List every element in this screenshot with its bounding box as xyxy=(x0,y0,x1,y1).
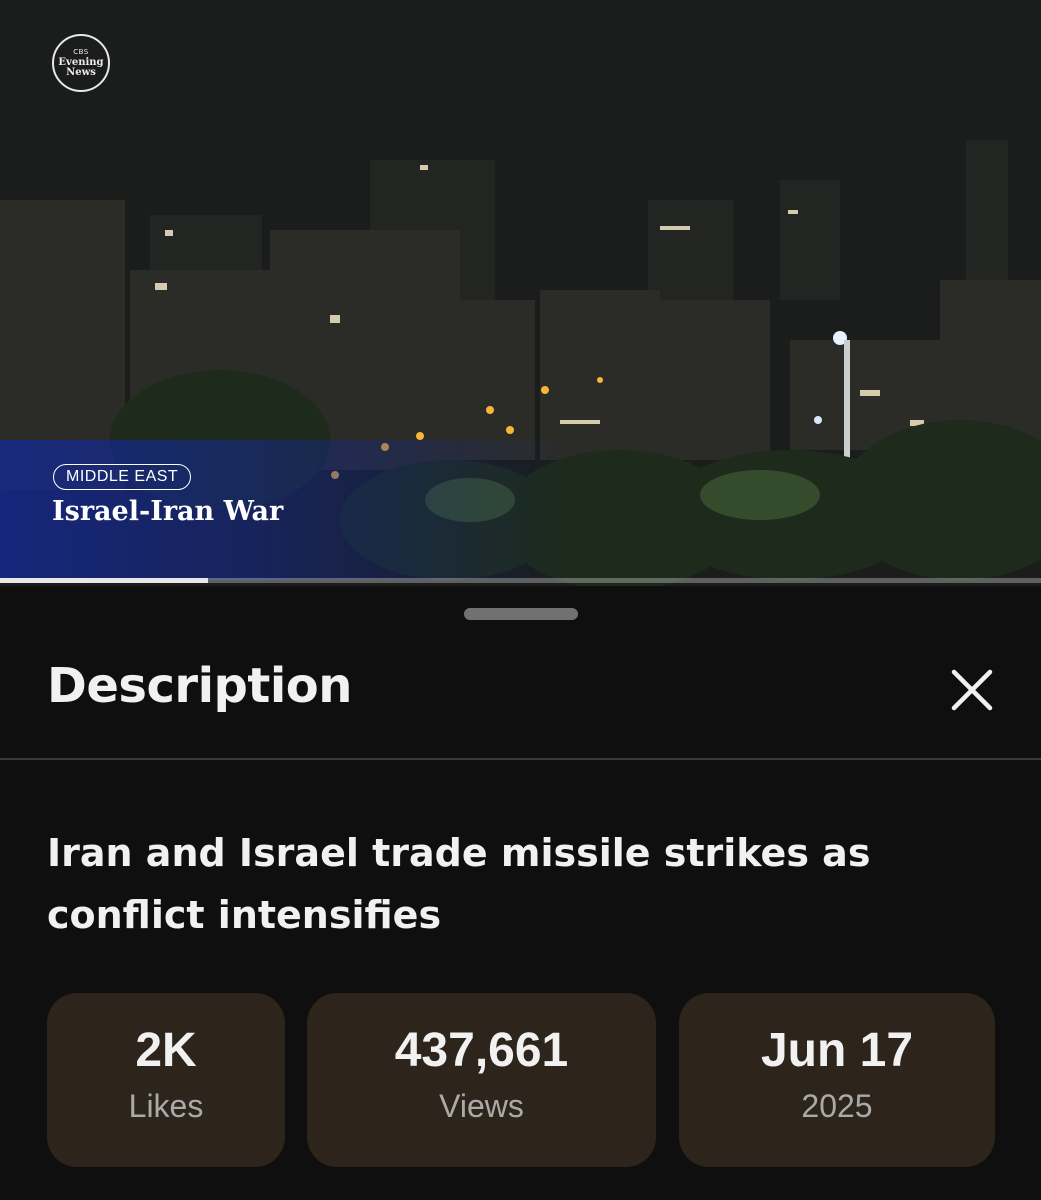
likes-label: Likes xyxy=(128,1088,204,1124)
logo-line2: News xyxy=(66,66,96,78)
sheet-title: Description xyxy=(47,658,352,714)
logo-network: CBS xyxy=(73,47,89,56)
date-value: Jun 17 xyxy=(760,1024,914,1077)
progress-fill xyxy=(0,578,209,583)
divider xyxy=(0,758,1041,760)
cbs-evening-news-logo: CBS Evening News xyxy=(52,34,110,92)
date-year: 2025 xyxy=(801,1088,873,1124)
story-title: Israel-Iran War xyxy=(52,496,284,527)
views-stat: 437,661 Views xyxy=(307,993,656,1167)
video-title: Iran and Israel trade missile strikes as… xyxy=(47,831,871,937)
views-label: Views xyxy=(439,1088,524,1124)
close-icon xyxy=(951,669,993,711)
likes-stat: 2K Likes xyxy=(47,993,285,1167)
date-stat: Jun 17 2025 xyxy=(679,993,995,1167)
video-player[interactable]: CBS Evening News MIDDLE EAST Israel-Iran… xyxy=(0,0,1041,586)
logo-line1: Evening xyxy=(58,56,104,68)
close-button[interactable] xyxy=(942,660,1002,720)
views-value: 437,661 xyxy=(394,1024,569,1077)
description-sheet: Description Iran and Israel trade missil… xyxy=(0,586,1041,1200)
likes-value: 2K xyxy=(135,1024,197,1077)
progress-bar[interactable] xyxy=(0,578,1041,583)
section-tag: MIDDLE EAST xyxy=(53,464,192,490)
drag-handle[interactable] xyxy=(464,608,578,620)
